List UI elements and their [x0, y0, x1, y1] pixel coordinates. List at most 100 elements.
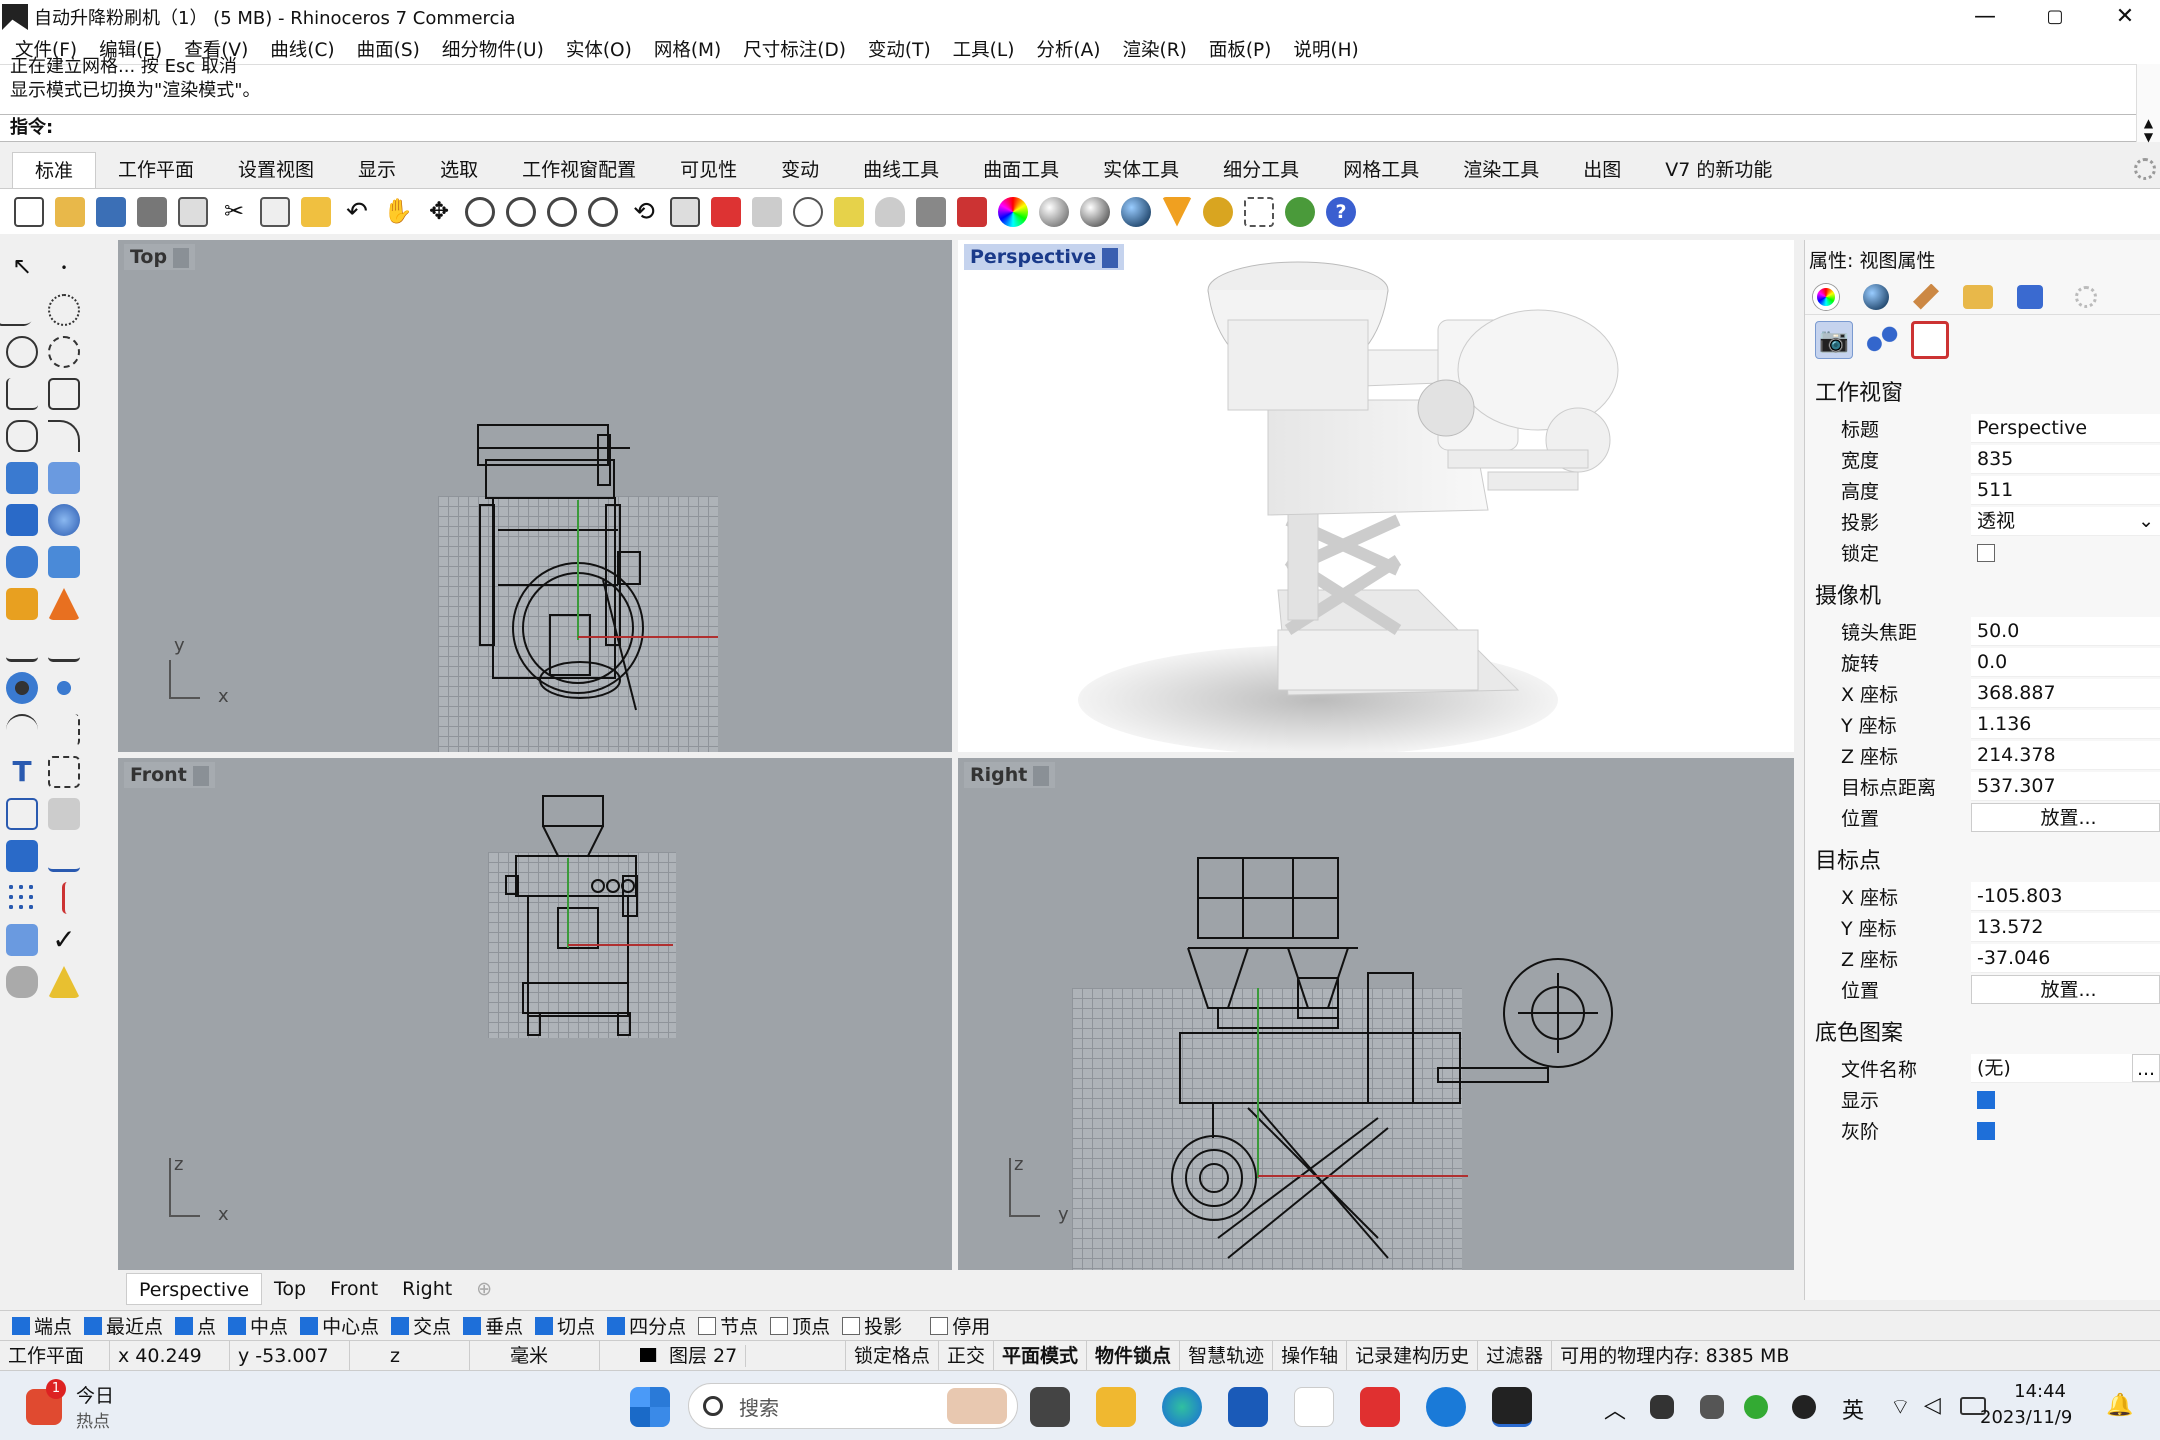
tab-render-tools[interactable]: 渲染工具	[1441, 152, 1561, 188]
osnap-checkbox[interactable]	[300, 1316, 319, 1335]
pyramid-icon[interactable]	[48, 966, 80, 998]
boolean-icon[interactable]	[48, 588, 80, 620]
surface-icon[interactable]	[6, 462, 38, 494]
status-planar[interactable]: 平面模式	[994, 1340, 1088, 1371]
vp-tab-perspective[interactable]: Perspective	[126, 1273, 263, 1305]
rhino-taskbar-icon[interactable]	[1492, 1387, 1532, 1427]
fillet-edge-icon[interactable]	[6, 714, 38, 746]
osnap-item[interactable]: 停用	[930, 1312, 990, 1339]
close-button[interactable]: ✕	[2090, 0, 2160, 34]
trim-icon[interactable]	[6, 630, 38, 662]
lock-checkbox[interactable]	[1977, 544, 1995, 562]
group-icon[interactable]	[6, 672, 38, 704]
chevron-up-icon[interactable]: ︿	[1604, 1393, 1626, 1425]
wifi-icon[interactable]: ⌔	[1890, 1393, 1911, 1421]
tab-select[interactable]: 选取	[418, 152, 500, 188]
command-scrollbar[interactable]: ▲ ▼	[2136, 64, 2160, 144]
browse-button[interactable]: ...	[2132, 1054, 2160, 1082]
rendered-sphere-icon[interactable]	[1080, 196, 1110, 227]
osnap-item[interactable]: 四分点	[607, 1312, 686, 1339]
snap-icon[interactable]	[793, 196, 823, 227]
windows-start-icon[interactable]	[630, 1387, 670, 1427]
lock-icon[interactable]	[916, 196, 946, 227]
prop-cam-x-field[interactable]: 368.887	[1971, 679, 2160, 708]
tab-visibility[interactable]: 可见性	[658, 152, 759, 188]
four-viewports-icon[interactable]	[670, 196, 700, 227]
undo-icon[interactable]: ↶	[342, 197, 372, 227]
camera-icon[interactable]: 📷	[1815, 321, 1853, 359]
tab-curve-tools[interactable]: 曲线工具	[841, 152, 961, 188]
osnap-checkbox[interactable]	[12, 1316, 30, 1335]
osnap-item[interactable]: 端点	[12, 1312, 72, 1339]
curve-icon[interactable]	[48, 294, 80, 326]
minimize-button[interactable]: —	[1950, 0, 2020, 34]
camera-place-button[interactable]: 放置...	[1971, 803, 2160, 832]
zoom-icon[interactable]	[465, 196, 495, 227]
split-icon[interactable]	[48, 630, 80, 662]
show-checkbox[interactable]	[1977, 1091, 1995, 1109]
osnap-item[interactable]: 垂点	[463, 1312, 523, 1339]
osnap-checkbox[interactable]	[84, 1316, 103, 1335]
chevron-down-icon[interactable]	[1102, 247, 1119, 268]
solid-box-icon[interactable]	[6, 840, 38, 872]
rhino-ball-icon[interactable]	[1285, 196, 1315, 227]
tray-app-icon[interactable]	[1650, 1395, 1674, 1419]
options-gear-icon[interactable]	[1203, 196, 1233, 227]
osnap-item[interactable]: 投影	[842, 1312, 902, 1339]
bell-icon[interactable]: 🔔	[2106, 1393, 2133, 1418]
app-m-icon[interactable]	[1294, 1387, 1334, 1427]
help-icon[interactable]: ?	[1326, 196, 1356, 227]
folder-icon[interactable]	[1963, 284, 1993, 309]
viewport-frame-icon[interactable]	[1911, 321, 1949, 359]
prop-file-field[interactable]: (无)	[1977, 1054, 2011, 1082]
tab-transform[interactable]: 变动	[759, 152, 841, 188]
volume-icon[interactable]: ◁	[1924, 1393, 1941, 1418]
tab-standard[interactable]: 标准	[12, 152, 97, 188]
vp-tab-top[interactable]: Top	[262, 1273, 318, 1305]
vp-tab-right[interactable]: Right	[390, 1273, 464, 1305]
osnap-checkbox[interactable]	[930, 1316, 949, 1335]
flow-icon[interactable]	[48, 798, 80, 830]
shaded-sphere-icon[interactable]	[1039, 196, 1069, 227]
osnap-item[interactable]: 顶点	[770, 1312, 830, 1339]
status-history[interactable]: 记录建构历史	[1347, 1340, 1479, 1371]
move-view-icon[interactable]: ✥	[424, 197, 454, 227]
array-icon[interactable]	[6, 798, 38, 830]
status-units[interactable]: 毫米	[470, 1340, 600, 1371]
status-filter[interactable]: 过滤器	[1478, 1340, 1553, 1371]
paste-icon[interactable]	[301, 196, 331, 227]
chevron-down-icon[interactable]	[1033, 765, 1050, 786]
sphere-icon[interactable]	[48, 504, 80, 536]
projection-select[interactable]: 透视 ⌄	[1971, 507, 2160, 536]
print-icon[interactable]	[137, 196, 167, 227]
command-input[interactable]: 指令:	[0, 114, 2136, 142]
grayscale-checkbox[interactable]	[1977, 1122, 1995, 1140]
clock-time[interactable]: 14:44	[2000, 1381, 2066, 1402]
status-osnap[interactable]: 物件锁点	[1087, 1340, 1181, 1371]
app-k-icon[interactable]	[1426, 1387, 1466, 1427]
file-explorer-icon[interactable]	[1096, 1387, 1136, 1427]
osnap-checkbox[interactable]	[770, 1316, 789, 1335]
vp-tab-front[interactable]: Front	[318, 1273, 390, 1305]
viewport-perspective[interactable]: Perspective	[958, 240, 1794, 752]
target-place-button[interactable]: 放置...	[1971, 975, 2160, 1004]
layer-icon[interactable]	[957, 196, 987, 227]
named-views-icon[interactable]	[711, 196, 741, 227]
point-icon[interactable]: •	[48, 252, 80, 284]
chevron-down-icon[interactable]	[192, 765, 209, 786]
prop-height-field[interactable]: 511	[1971, 476, 2160, 505]
open-folder-icon[interactable]	[55, 196, 85, 227]
prop-target-dist-field[interactable]: 537.307	[1971, 772, 2160, 801]
viewport-front[interactable]: z x Front	[118, 758, 952, 1270]
osnap-checkbox[interactable]	[175, 1316, 194, 1335]
zoom-selected-icon[interactable]	[588, 196, 618, 227]
news-title[interactable]: 今日	[76, 1381, 114, 1408]
osnap-checkbox[interactable]	[842, 1316, 861, 1335]
tray-settings-icon[interactable]	[1700, 1395, 1724, 1419]
tab-drafting[interactable]: 出图	[1561, 152, 1643, 188]
osnap-item[interactable]: 中点	[228, 1312, 288, 1339]
prop-title-field[interactable]: Perspective	[1971, 414, 2160, 443]
tab-cplanes[interactable]: 工作平面	[96, 152, 216, 188]
render-icon[interactable]	[1121, 196, 1151, 227]
tab-subd-tools[interactable]: 细分工具	[1201, 152, 1321, 188]
